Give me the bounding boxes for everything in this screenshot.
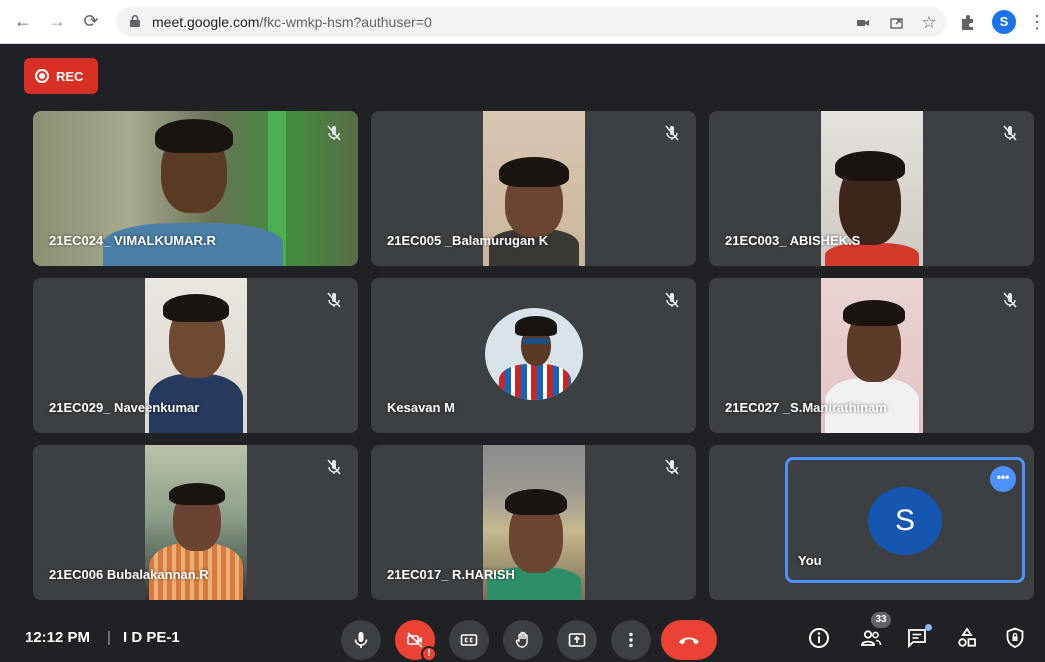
forward-arrow-icon[interactable]: → bbox=[46, 10, 68, 32]
url-path: /fkc-wmkp-hsm?authuser=0 bbox=[259, 14, 432, 30]
participant-tile[interactable]: 21EC029_ Naveenkumar bbox=[33, 278, 358, 433]
activities-shapes-icon bbox=[958, 627, 976, 647]
bottom-control-bar: 12:12 PM | I D PE-1 ! 33 bbox=[7, 602, 1045, 662]
meeting-title: I D PE-1 bbox=[123, 629, 180, 646]
back-arrow-icon[interactable]: ← bbox=[12, 10, 34, 32]
participant-name: 21EC017_ R.HARISH bbox=[387, 567, 515, 582]
url-text: meet.google.com/fkc-wmkp-hsm?authuser=0 bbox=[152, 14, 432, 30]
camera-off-button[interactable]: ! bbox=[395, 620, 437, 662]
lock-icon bbox=[130, 15, 140, 27]
mic-off-icon bbox=[665, 459, 679, 475]
participant-hair bbox=[163, 294, 229, 322]
rec-label: REC bbox=[56, 69, 84, 84]
present-screen-icon bbox=[568, 633, 586, 647]
participant-name: 21EC006 Bubalakannan.R bbox=[49, 567, 209, 582]
participant-tile[interactable]: 21EC005 _Balamurugan K bbox=[371, 111, 696, 266]
participant-name: 21EC029_ Naveenkumar bbox=[49, 400, 200, 415]
participant-count-badge: 33 bbox=[871, 612, 891, 628]
host-shield-icon bbox=[1006, 627, 1024, 648]
recording-indicator[interactable]: REC bbox=[24, 58, 98, 94]
address-bar[interactable]: meet.google.com/fkc-wmkp-hsm?authuser=0 … bbox=[116, 7, 946, 37]
participant-hair bbox=[835, 151, 905, 181]
chat-notification-dot bbox=[925, 624, 932, 631]
chrome-menu-icon[interactable]: ⋮ bbox=[1028, 10, 1045, 34]
host-controls-button[interactable] bbox=[1003, 626, 1029, 652]
activities-button[interactable] bbox=[955, 626, 981, 652]
mic-off-icon bbox=[327, 292, 341, 308]
present-screen-button[interactable] bbox=[557, 620, 597, 660]
bookmark-star-icon[interactable]: ☆ bbox=[920, 14, 938, 32]
self-tile-container: S ••• You bbox=[709, 445, 1034, 600]
participant-tile[interactable]: 21EC027 _S.Manirathinam bbox=[709, 278, 1034, 433]
participant-tile[interactable]: 21EC017_ R.HARISH bbox=[371, 445, 696, 600]
participant-profile-photo bbox=[485, 308, 583, 400]
participant-name: 21EC005 _Balamurugan K bbox=[387, 233, 549, 248]
reload-icon[interactable]: ⟳ bbox=[80, 10, 102, 32]
hang-up-icon bbox=[679, 637, 699, 645]
participant-hair bbox=[505, 489, 567, 515]
participant-name: 21EC027 _S.Manirathinam bbox=[725, 400, 887, 415]
record-icon bbox=[35, 69, 49, 83]
leave-call-button[interactable] bbox=[661, 620, 717, 660]
mic-off-icon bbox=[1003, 125, 1017, 141]
photo-shirt bbox=[499, 364, 571, 400]
clock: 12:12 PM bbox=[25, 629, 91, 646]
captions-button[interactable] bbox=[449, 620, 489, 660]
self-avatar: S bbox=[868, 487, 942, 555]
participant-hair bbox=[499, 157, 569, 187]
meeting-details-button[interactable] bbox=[807, 626, 833, 652]
raise-hand-button[interactable] bbox=[503, 620, 543, 660]
url-host: meet.google.com bbox=[152, 14, 260, 30]
divider: | bbox=[107, 629, 111, 646]
closed-captions-icon bbox=[460, 634, 478, 646]
mic-off-icon bbox=[327, 125, 341, 141]
raise-hand-icon bbox=[515, 631, 528, 648]
browser-toolbar: ← → ⟳ meet.google.com/fkc-wmkp-hsm?authu… bbox=[0, 0, 1045, 44]
profile-avatar[interactable]: S bbox=[992, 10, 1016, 34]
people-icon bbox=[861, 630, 882, 646]
more-options-menu-button[interactable] bbox=[611, 620, 651, 660]
participant-tile[interactable]: 21EC003_ ABISHEK.S bbox=[709, 111, 1034, 266]
mic-off-icon bbox=[665, 125, 679, 141]
participant-name: Kesavan M bbox=[387, 400, 455, 415]
participant-hair bbox=[843, 300, 905, 326]
vertical-dots-icon bbox=[629, 632, 633, 648]
participant-name: 21EC003_ ABISHEK.S bbox=[725, 233, 861, 248]
info-icon bbox=[809, 628, 829, 648]
share-icon[interactable] bbox=[888, 14, 906, 32]
camera-off-icon bbox=[407, 632, 423, 648]
participant-tile[interactable]: Kesavan M bbox=[371, 278, 696, 433]
photo-sunglasses bbox=[523, 338, 549, 344]
participant-name: 21EC024_ VIMALKUMAR.R bbox=[49, 233, 216, 248]
extensions-puzzle-icon[interactable] bbox=[958, 12, 978, 32]
photo-hair bbox=[515, 316, 557, 336]
participant-hair bbox=[155, 119, 233, 153]
camera-in-use-icon[interactable] bbox=[854, 14, 872, 32]
self-name: You bbox=[798, 553, 822, 568]
people-button[interactable] bbox=[859, 626, 885, 652]
mic-off-icon bbox=[1003, 292, 1017, 308]
mic-off-icon bbox=[327, 459, 341, 475]
more-options-button[interactable]: ••• bbox=[990, 466, 1016, 492]
participant-tile[interactable]: 21EC006 Bubalakannan.R bbox=[33, 445, 358, 600]
participant-tile[interactable]: 21EC024_ VIMALKUMAR.R bbox=[33, 111, 358, 266]
microphone-icon bbox=[354, 632, 368, 648]
microphone-button[interactable] bbox=[341, 620, 381, 660]
participant-hair bbox=[169, 483, 225, 505]
self-tile[interactable]: S ••• You bbox=[785, 457, 1025, 583]
meet-stage: REC 21EC024_ VIMALKUMAR.R 21EC005 _Balam… bbox=[7, 44, 1045, 662]
mic-off-icon bbox=[665, 292, 679, 308]
